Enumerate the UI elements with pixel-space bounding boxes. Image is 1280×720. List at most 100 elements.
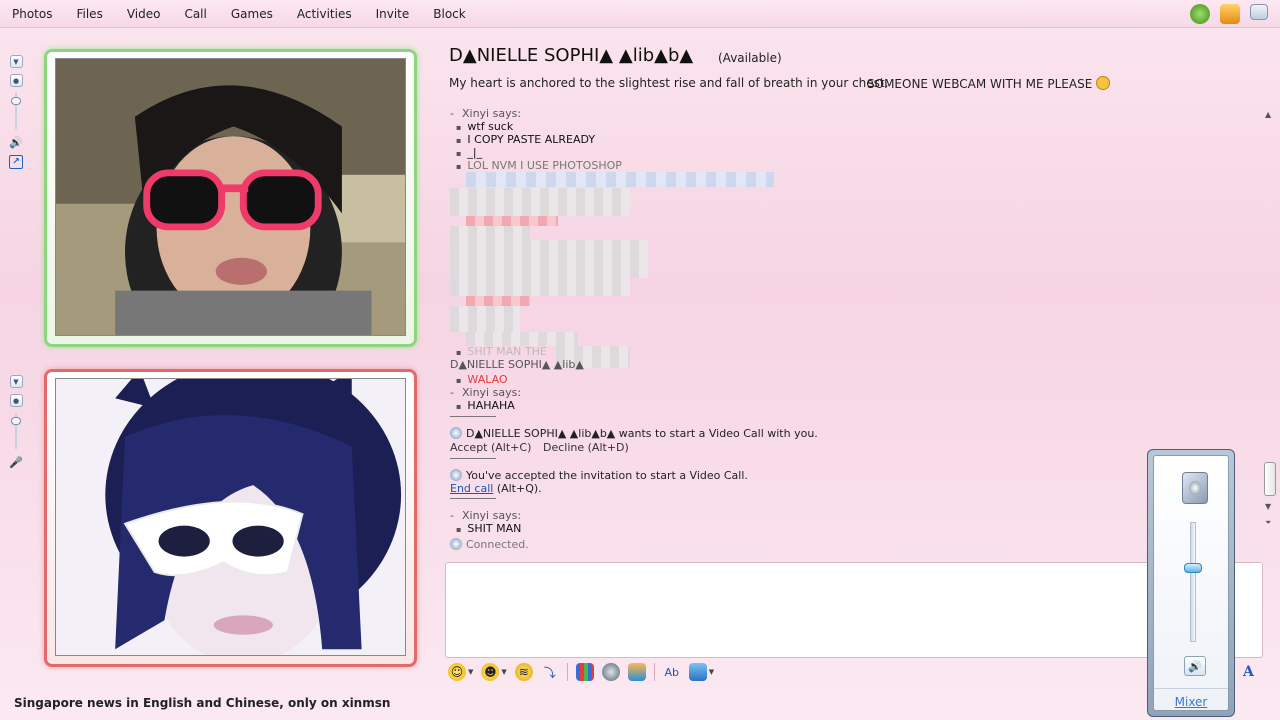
- menu-photos[interactable]: Photos: [0, 0, 64, 28]
- contact-name: D▲NIELLE SOPHI▲ ▲lib▲b▲: [449, 45, 694, 66]
- accept-link[interactable]: Accept (Alt+C): [450, 441, 531, 454]
- contact-video-controls: ▼ ● 🔊 ↗: [6, 55, 26, 169]
- connected-status: Connected.: [450, 538, 529, 551]
- volume-mixer-popup: 🔊 Mixer: [1147, 449, 1235, 717]
- speaker-icon: 🔊: [1188, 659, 1202, 673]
- menu-invite[interactable]: Invite: [364, 0, 422, 28]
- top-right-icons: [1190, 4, 1268, 24]
- invite-text: D▲NIELLE SOPHI▲ ▲lib▲b▲ wants to start a…: [466, 427, 818, 440]
- input-toolbar: ☺ ▼ ☻ ▼ ≋ ⤵ Ab ▼: [448, 661, 714, 683]
- chevron-down-icon[interactable]: ▼: [501, 668, 506, 676]
- censored-region: [466, 296, 530, 306]
- end-call-row: End call (Alt+Q).: [450, 482, 542, 495]
- music-icon[interactable]: [601, 663, 620, 681]
- self-video-controls: ▼ ● 🎤: [6, 375, 26, 469]
- menu-activities[interactable]: Activities: [285, 0, 364, 28]
- chevron-down-icon[interactable]: ▼: [709, 668, 714, 676]
- background-icon[interactable]: [688, 663, 707, 681]
- mic-volume-slider[interactable]: [11, 413, 21, 449]
- censored-region: [450, 278, 630, 296]
- voice-clip-icon[interactable]: ⤵: [541, 663, 559, 681]
- conversation-scrollbar[interactable]: ▲ ▼ ⏷: [1262, 108, 1278, 528]
- sender-label: Xinyi says:: [450, 107, 521, 120]
- message-input[interactable]: [445, 562, 1263, 658]
- censored-region: [466, 216, 558, 226]
- speaker-icon[interactable]: 🔊: [9, 135, 23, 149]
- webcam-icon[interactable]: ●: [9, 394, 23, 407]
- censored-region: [450, 188, 630, 216]
- chat-message: HAHAHA: [450, 399, 514, 412]
- chat-message: SHIT MAN: [450, 522, 521, 535]
- scroll-thumb[interactable]: [1264, 462, 1276, 496]
- nudge-icon[interactable]: ≋: [514, 663, 533, 681]
- menu-block[interactable]: Block: [421, 0, 477, 28]
- sender-label: D▲NIELLE SOPHI▲ ▲lib▲: [450, 358, 584, 371]
- menu-video[interactable]: Video: [115, 0, 173, 28]
- sender-label: Xinyi says:: [450, 386, 521, 399]
- self-webcam-frame: [44, 369, 417, 667]
- chevron-down-icon[interactable]: ▼: [468, 668, 473, 676]
- sender-label: Xinyi says:: [450, 509, 521, 522]
- personal-message-2: SOMEONE WEBCAM WITH ME PLEASE: [867, 76, 1111, 91]
- footer-ad-link[interactable]: Singapore news in English and Chinese, o…: [14, 696, 390, 710]
- contact-webcam-frame: [44, 49, 417, 347]
- popout-icon[interactable]: ↗: [9, 155, 23, 169]
- chevron-down-icon[interactable]: ▼: [9, 375, 23, 388]
- divider: [450, 498, 496, 499]
- webcam-icon[interactable]: ●: [9, 74, 23, 87]
- menu-call[interactable]: Call: [172, 0, 218, 28]
- collapse-icon[interactable]: ⏷: [1265, 518, 1271, 528]
- options-menu-icon[interactable]: [1250, 4, 1268, 20]
- divider: [450, 416, 496, 417]
- webcam-icon: [450, 469, 462, 481]
- call-accepted-notice: You've accepted the invitation to start …: [450, 469, 748, 482]
- menu-bar: Photos Files Video Call Games Activities…: [0, 0, 1280, 28]
- xbox-icon[interactable]: [1190, 4, 1210, 24]
- spellcheck-icon[interactable]: Ab: [663, 663, 681, 681]
- connected-text: Connected.: [466, 538, 529, 551]
- mixer-link[interactable]: Mixer: [1154, 695, 1228, 709]
- connected-icon: [450, 538, 462, 550]
- microphone-icon[interactable]: 🎤: [9, 455, 23, 469]
- contact-webcam-video: [55, 58, 406, 336]
- contact-volume-slider[interactable]: [11, 93, 21, 129]
- games-grid-icon[interactable]: [575, 663, 594, 681]
- chat-message: LOL NVM I USE PHOTOSHOP: [450, 159, 621, 172]
- accepted-text: You've accepted the invitation to start …: [466, 469, 748, 482]
- personal-message-2-text: SOMEONE WEBCAM WITH ME PLEASE: [867, 77, 1093, 91]
- font-button[interactable]: A: [1243, 664, 1254, 680]
- chevron-down-icon[interactable]: ▼: [9, 55, 23, 68]
- scroll-up-icon[interactable]: ▲: [1265, 110, 1271, 119]
- wink-icon[interactable]: ☻: [481, 663, 500, 681]
- chat-message: WALAO: [450, 373, 507, 386]
- chat-message: SHIT MAN THE: [450, 345, 546, 358]
- divider: [450, 458, 496, 459]
- webcam-icon: [450, 427, 462, 439]
- shield-icon[interactable]: [1220, 4, 1240, 24]
- censored-region: [466, 332, 578, 346]
- sad-face-icon: [1096, 76, 1111, 90]
- chat-message: _|_: [450, 146, 482, 159]
- mute-button[interactable]: 🔊: [1184, 656, 1206, 676]
- end-call-shortcut: (Alt+Q).: [496, 482, 542, 495]
- volume-slider-thumb[interactable]: [1184, 562, 1202, 573]
- speaker-device-icon: [1182, 472, 1208, 504]
- chat-message: wtf suck: [450, 120, 513, 133]
- video-call-invite: D▲NIELLE SOPHI▲ ▲lib▲b▲ wants to start a…: [450, 427, 818, 440]
- scroll-down-icon[interactable]: ▼: [1265, 502, 1271, 511]
- end-call-link[interactable]: End call: [450, 482, 493, 495]
- contact-status: (Available): [718, 51, 782, 65]
- personal-message: My heart is anchored to the slightest ri…: [449, 76, 889, 90]
- menu-games[interactable]: Games: [219, 0, 285, 28]
- conversation-history: Xinyi says: wtf suck I COPY PASTE ALREAD…: [446, 104, 1262, 554]
- decline-link[interactable]: Decline (Alt+D): [543, 441, 629, 454]
- chat-message: I COPY PASTE ALREADY: [450, 133, 595, 146]
- censored-region: [450, 306, 520, 332]
- emoticon-icon[interactable]: ☺: [448, 663, 466, 681]
- censored-region: [466, 172, 774, 187]
- self-webcam-video: [55, 378, 406, 656]
- menu-files[interactable]: Files: [64, 0, 114, 28]
- activity-icon[interactable]: [627, 663, 646, 681]
- volume-slider-track[interactable]: [1190, 522, 1196, 642]
- censored-region: [450, 226, 530, 240]
